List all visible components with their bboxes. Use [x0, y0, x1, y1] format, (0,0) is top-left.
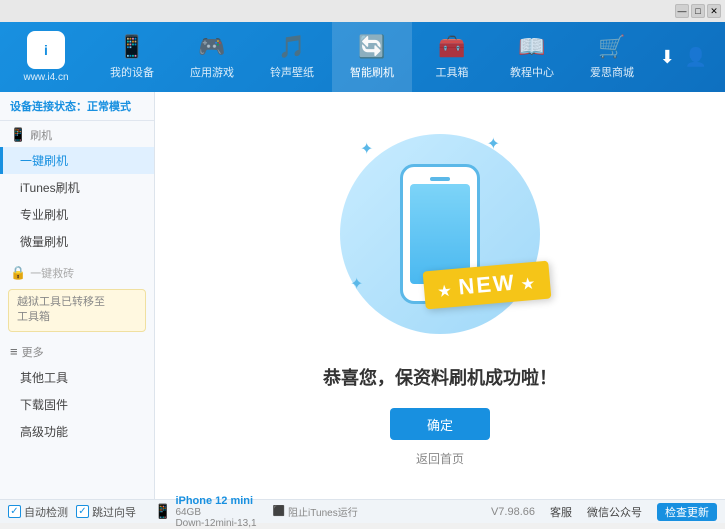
via-wizard-checkbox[interactable]: ✓ — [76, 505, 89, 518]
lock-icon: 🔒 — [10, 265, 26, 281]
nav-app-games[interactable]: 🎮 应用游戏 — [172, 22, 252, 92]
wechat-link[interactable]: 微信公众号 — [587, 504, 642, 520]
nav-ringtones[interactable]: 🎵 铃声壁纸 — [252, 22, 332, 92]
auto-connect-checkbox[interactable]: ✓ — [8, 505, 21, 518]
nav-bar: 📱 我的设备 🎮 应用游戏 🎵 铃声壁纸 🔄 智能刷机 🧰 工具箱 📖 教程中心… — [92, 22, 652, 92]
jailbreak-notice: 越狱工具已转移至工具箱 — [8, 289, 146, 332]
nav-my-device[interactable]: 📱 我的设备 — [92, 22, 172, 92]
header: i www.i4.cn 📱 我的设备 🎮 应用游戏 🎵 铃声壁纸 🔄 智能刷机 … — [0, 22, 725, 92]
sidebar-item-one-click-flash[interactable]: 一键刷机 — [0, 147, 154, 174]
main-area: 设备连接状态：正常模式 📱 刷机 一键刷机 iTunes刷机 专业刷机 微量刷机… — [0, 92, 725, 499]
maximize-button[interactable]: □ — [691, 4, 705, 18]
sparkle-3: ✦ — [350, 274, 363, 294]
device-detail: iPhone 12 mini 64GB Down-12mini-13,1 — [175, 495, 256, 529]
customer-service-link[interactable]: 客服 — [550, 504, 572, 520]
sidebar-item-pro-flash[interactable]: 专业刷机 — [0, 201, 154, 228]
stop-icon: ⬛ — [273, 506, 285, 517]
device-storage: 64GB — [175, 507, 256, 518]
app-games-icon: 🎮 — [198, 34, 225, 60]
device-phone-icon: 📱 — [154, 503, 171, 520]
device-info: 📱 iPhone 12 mini 64GB Down-12mini-13,1 — [154, 495, 257, 529]
minimize-button[interactable]: — — [675, 4, 689, 18]
sparkle-1: ✦ — [360, 139, 373, 159]
nav-store[interactable]: 🛒 爱思商城 — [572, 22, 652, 92]
sidebar-section-rescue: 🔒 一键救砖 — [0, 259, 154, 285]
logo-icon[interactable]: i — [27, 31, 65, 69]
flash-section-icon: 📱 — [10, 127, 26, 143]
status-bar: 设备连接状态：正常模式 — [0, 92, 154, 121]
sparkle-2: ✦ — [487, 134, 500, 154]
device-model: Down-12mini-13,1 — [175, 518, 256, 529]
toolbox-icon: 🧰 — [438, 34, 465, 60]
close-button[interactable]: ✕ — [707, 4, 721, 18]
sidebar-item-advanced[interactable]: 高级功能 — [0, 418, 154, 445]
bottom-bar: ✓ 自动检测 ✓ 跳过向导 📱 iPhone 12 mini 64GB Down… — [0, 499, 725, 523]
nav-smart-flash[interactable]: 🔄 智能刷机 — [332, 22, 412, 92]
auto-connect-check[interactable]: ✓ 自动检测 — [8, 504, 68, 520]
bottom-left: ✓ 自动检测 ✓ 跳过向导 📱 iPhone 12 mini 64GB Down… — [8, 495, 491, 529]
smart-flash-icon: 🔄 — [358, 34, 385, 60]
itunes-stop[interactable]: ⬛ 阻止iTunes运行 — [273, 504, 358, 519]
success-illustration: ✦ ✦ ✦ NEW — [330, 124, 550, 344]
sidebar-section-flash: 📱 刷机 — [0, 121, 154, 147]
my-device-icon: 📱 — [118, 34, 145, 60]
back-home-link[interactable]: 返回首页 — [416, 450, 464, 467]
user-button[interactable]: 👤 — [685, 47, 707, 68]
logo-url: www.i4.cn — [23, 72, 68, 83]
title-bar: — □ ✕ — [0, 0, 725, 22]
sidebar-item-brush-flash[interactable]: 微量刷机 — [0, 228, 154, 255]
logo-area: i www.i4.cn — [0, 31, 92, 83]
nav-toolbox[interactable]: 🧰 工具箱 — [412, 22, 492, 92]
header-right: ⬇ 👤 — [652, 47, 725, 68]
ringtones-icon: 🎵 — [278, 34, 305, 60]
phone-speaker — [430, 177, 450, 181]
bottom-right: V7.98.66 客服 微信公众号 检查更新 — [491, 503, 717, 521]
confirm-button[interactable]: 确定 — [390, 408, 490, 440]
download-button[interactable]: ⬇ — [660, 47, 675, 68]
store-icon: 🛒 — [598, 34, 625, 60]
content-area: ✦ ✦ ✦ NEW 恭喜您，保资料刷机成功啦！ 确定 返回首页 — [155, 92, 725, 499]
tutorial-icon: 📖 — [518, 34, 545, 60]
success-message: 恭喜您，保资料刷机成功啦！ — [323, 364, 557, 390]
sidebar: 设备连接状态：正常模式 📱 刷机 一键刷机 iTunes刷机 专业刷机 微量刷机… — [0, 92, 155, 499]
sidebar-item-itunes-flash[interactable]: iTunes刷机 — [0, 174, 154, 201]
nav-tutorial[interactable]: 📖 教程中心 — [492, 22, 572, 92]
sidebar-item-download-firmware[interactable]: 下载固件 — [0, 391, 154, 418]
sidebar-section-more: ≡ 更多 — [0, 338, 154, 364]
more-section-icon: ≡ — [10, 344, 18, 359]
sidebar-item-other-tools[interactable]: 其他工具 — [0, 364, 154, 391]
version-text: V7.98.66 — [491, 506, 535, 518]
via-wizard-check[interactable]: ✓ 跳过向导 — [76, 504, 136, 520]
check-update-button[interactable]: 检查更新 — [657, 503, 717, 521]
